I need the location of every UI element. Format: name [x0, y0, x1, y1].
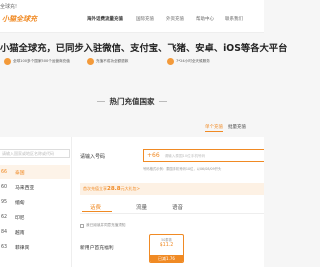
country-item[interactable]: 66 泰国	[0, 165, 70, 179]
site-header: 小猫全球充 海外话费流量充值 国际充值 外资充值 帮助中心 联系我们	[0, 10, 264, 33]
offer-label: 新用户首充福利	[80, 246, 114, 251]
section-title: 热门充值国家	[109, 97, 155, 106]
country-code: 66	[1, 169, 8, 175]
phone-format-hint: 号码格式示例：泰国手机号码10位，以06/08/09开头	[143, 167, 222, 171]
nav-item-international[interactable]: 国际充值	[136, 16, 154, 22]
country-code: 95	[1, 199, 8, 205]
country-name: 菲律宾	[15, 245, 30, 251]
country-name: 马来西亚	[15, 185, 35, 191]
phone-label: 请输入号码	[80, 154, 106, 160]
offer-original: 50泰铢	[161, 238, 172, 242]
country-name: 印尼	[15, 215, 25, 221]
globe-icon	[4, 58, 11, 65]
tab-batch-recharge[interactable]: 批量充值	[228, 124, 246, 130]
promo-amount: 28.8	[107, 186, 121, 192]
feature-strip: 全球100多个国家500个运营商充值 充值不成功全额退款 7*24小时全天候服务	[0, 57, 264, 67]
phone-placeholder: 请输入泰国10位手机号码	[164, 154, 206, 158]
agreement-checkbox[interactable]: 我已阅读并同意充值须知	[80, 223, 126, 228]
tab-single-recharge[interactable]: 单个充值	[205, 124, 223, 132]
shield-icon	[87, 58, 94, 65]
feature-service: 7*24小时全天候服务	[167, 57, 210, 66]
country-name: 缅甸	[15, 200, 25, 206]
country-name: 泰国	[15, 170, 25, 176]
nav-item-foreign[interactable]: 外资充值	[166, 16, 184, 22]
feature-text: 全球100多个国家500个运营商充值	[13, 59, 70, 63]
country-search-input[interactable]: 请输入国家或地区名称或代码	[0, 149, 70, 158]
section-title-divider-right	[159, 101, 167, 102]
tab-airtime[interactable]: 话费	[90, 203, 101, 211]
country-item[interactable]: 63 菲律宾	[0, 240, 70, 254]
offer-card[interactable]: 50泰铢 $11.2 已减1.76	[149, 234, 184, 263]
country-code: 60	[1, 184, 8, 190]
country-item[interactable]: 84 越南	[0, 225, 70, 239]
promo-prefix: 首次充值立享	[83, 186, 107, 191]
phone-input[interactable]: +66 请输入泰国10位手机号码	[143, 149, 264, 162]
country-item[interactable]: 60 马来西亚	[0, 180, 70, 194]
checkbox-icon[interactable]	[80, 223, 84, 228]
country-name: 越南	[15, 230, 25, 236]
tab-voice[interactable]: 语音	[172, 203, 183, 211]
tab-data[interactable]: 流量	[136, 203, 147, 211]
hero-title: 小猫全球充，已同步入驻微信、支付宝、飞猪、安卓、iOS等各大平台	[0, 43, 288, 54]
agreement-text: 我已阅读并同意充值须知	[86, 223, 126, 227]
site-logo[interactable]: 小猫全球充	[2, 14, 37, 24]
top-bar-text: 全球充!	[0, 4, 18, 10]
promo-suffix: 元大礼包>	[120, 186, 140, 191]
country-list: 请输入国家或地区名称或代码 66 泰国 60 马来西亚 95 缅甸 62 印尼 …	[0, 137, 72, 267]
country-code: 84	[1, 229, 8, 235]
feature-text: 充值不成功全额退款	[96, 59, 129, 63]
nav-item-contact[interactable]: 联系我们	[225, 16, 243, 22]
offer-price: $11.2	[159, 243, 174, 248]
active-tab-indicator	[82, 211, 112, 212]
tab-divider	[80, 213, 264, 214]
country-item[interactable]: 95 缅甸	[0, 195, 70, 209]
offer-discount-badge: 已减1.76	[150, 255, 183, 262]
nav-item-recharge[interactable]: 海外话费流量充值	[87, 16, 123, 22]
clock-icon	[167, 58, 174, 65]
recharge-panel: 请输入国家或地区名称或代码 66 泰国 60 马来西亚 95 缅甸 62 印尼 …	[0, 137, 264, 267]
feature-text: 7*24小时全天候服务	[176, 59, 210, 63]
country-code: 62	[1, 214, 8, 220]
feature-global: 全球100多个国家500个运营商充值	[4, 57, 70, 66]
promo-banner[interactable]: 首次充值立享28.8元大礼包>	[80, 183, 264, 195]
nav-item-help[interactable]: 帮助中心	[196, 16, 214, 22]
country-code: 63	[1, 244, 8, 250]
feature-refund: 充值不成功全额退款	[87, 57, 128, 66]
country-item[interactable]: 62 印尼	[0, 210, 70, 224]
country-code-prefix: +66	[147, 152, 160, 159]
